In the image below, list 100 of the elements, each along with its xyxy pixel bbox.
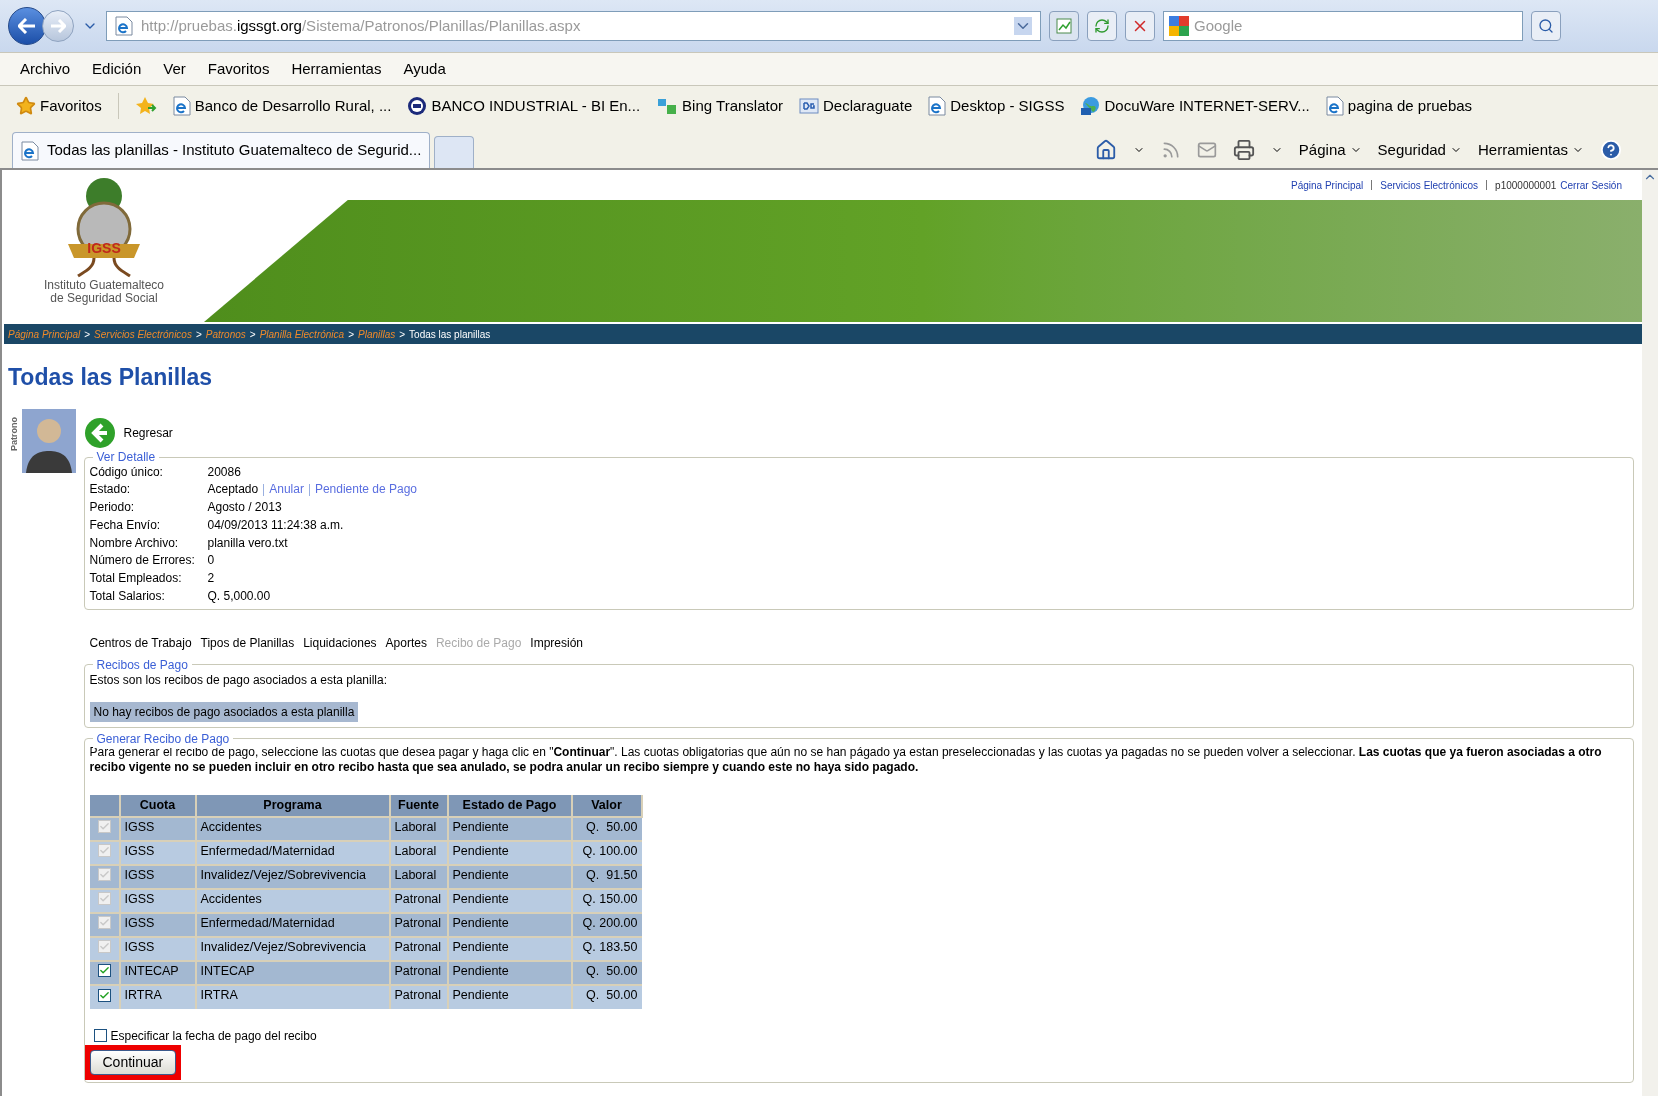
- favorites-button[interactable]: Favoritos: [16, 94, 102, 118]
- add-favorite-icon[interactable]: [134, 96, 157, 116]
- back-button[interactable]: [8, 7, 46, 45]
- field-value: 2: [207, 570, 215, 588]
- compatibility-button[interactable]: [1049, 11, 1079, 41]
- tab[interactable]: Tipos de Planillas: [200, 633, 295, 652]
- dg-logo-icon: [799, 98, 819, 114]
- toolbar-menu[interactable]: Herramientas: [1477, 138, 1568, 162]
- table-cell: Pendiente: [447, 984, 572, 1009]
- status-link[interactable]: Anular: [269, 481, 304, 500]
- toolbar-menu[interactable]: Seguridad: [1377, 138, 1446, 162]
- table-cell: Patronal: [389, 984, 448, 1009]
- logo-text: de Seguridad Social: [50, 292, 158, 305]
- breadcrumb-link[interactable]: Planilla Electrónica: [259, 326, 345, 342]
- breadcrumb-link[interactable]: Página Principal: [8, 326, 81, 342]
- table-cell: Q. 50.00: [571, 960, 642, 985]
- continue-button[interactable]: Continuar: [89, 1049, 177, 1075]
- mail-icon[interactable]: [1196, 140, 1217, 160]
- status-link[interactable]: Pendiente de Pago: [314, 481, 417, 500]
- table-cell: Enfermedad/Maternidad: [195, 912, 390, 937]
- column-header: Fuente: [389, 794, 448, 817]
- bookmark-link[interactable]: Desktop - SIGSS: [928, 94, 1065, 118]
- field-value: 0: [207, 552, 215, 570]
- header-link[interactable]: Servicios Electrónicos: [1380, 177, 1479, 193]
- breadcrumb-separator: >: [249, 327, 256, 342]
- dropdown-icon[interactable]: [1014, 17, 1032, 35]
- table-cell: Invalidez/Vejez/Sobrevivencia: [195, 864, 390, 889]
- menu-item[interactable]: Ayuda: [403, 57, 446, 81]
- field-label: Total Empleados:: [89, 570, 183, 588]
- field-value: planilla vero.txt: [207, 534, 288, 552]
- table-cell: Accidentes: [195, 816, 390, 841]
- refresh-button[interactable]: [1087, 11, 1117, 41]
- menu-item[interactable]: Favoritos: [207, 57, 270, 81]
- table-cell: Q. 91.50: [571, 864, 642, 889]
- menu-item[interactable]: Herramientas: [291, 57, 382, 81]
- back-arrow-icon: [18, 18, 36, 34]
- table-cell: Q. 50.00: [571, 816, 642, 841]
- bookmark-link[interactable]: Bing Translator: [656, 94, 783, 118]
- menu-item[interactable]: Edición: [92, 57, 142, 81]
- table-cell: Laboral: [389, 840, 448, 865]
- breadcrumb-separator: >: [399, 327, 406, 342]
- browser-tab[interactable]: Todas las planillas - Instituto Guatemalteco de Segurid...: [12, 132, 431, 168]
- logout-link[interactable]: Cerrar Sesión: [1560, 177, 1622, 193]
- table-cell: Laboral: [389, 816, 448, 841]
- page-icon: [928, 96, 947, 116]
- home-icon[interactable]: [1094, 139, 1117, 161]
- bookmark-link[interactable]: Banco de Desarrollo Rural, ...: [172, 94, 392, 118]
- header-link[interactable]: Página Principal: [1291, 177, 1364, 193]
- bank-logo-icon: [407, 96, 428, 116]
- help-icon[interactable]: [1600, 139, 1622, 161]
- page-icon: [115, 16, 133, 36]
- table-cell: Pendiente: [447, 960, 572, 985]
- bookmark-link[interactable]: pagina de pruebas: [1325, 94, 1473, 118]
- tab[interactable]: Impresión: [530, 633, 583, 652]
- table-cell: Pendiente: [447, 864, 572, 889]
- bookmark-link[interactable]: BANCO INDUSTRIAL - BI En...: [407, 94, 641, 118]
- forward-arrow-icon: [50, 19, 66, 33]
- table-cell: Q. 100.00: [571, 840, 642, 865]
- tab[interactable]: Liquidaciones: [303, 633, 377, 652]
- checkbox[interactable]: [97, 988, 111, 1002]
- table-cell: Patronal: [389, 960, 448, 985]
- back-link[interactable]: Regresar: [83, 416, 1634, 449]
- tab[interactable]: Centros de Trabajo: [89, 633, 192, 652]
- column-header: Estado de Pago: [447, 794, 572, 817]
- table-cell: Q. 50.00: [571, 984, 642, 1009]
- search-button[interactable]: [1531, 11, 1561, 41]
- breadcrumb-link[interactable]: Servicios Electrónicos: [94, 326, 192, 342]
- bookmark-link[interactable]: Declaraguate: [799, 94, 913, 118]
- translate-icon: [656, 96, 679, 116]
- forward-button[interactable]: [42, 10, 74, 42]
- stop-button[interactable]: [1125, 11, 1155, 41]
- table-cell: INTECAP: [119, 960, 196, 985]
- page-title: Todas las Planillas: [8, 363, 214, 392]
- table-cell: Invalidez/Vejez/Sobrevivencia: [195, 936, 390, 961]
- page-icon: [1325, 96, 1344, 116]
- menu-item[interactable]: Ver: [163, 57, 186, 81]
- table-cell: Q. 200.00: [571, 912, 642, 937]
- address-field[interactable]: http://pruebas.igssgt.org/Sistema/Patronos/Planillas/Planillas.aspx: [106, 11, 1041, 41]
- table-cell: IGSS: [119, 840, 196, 865]
- breadcrumb-separator: >: [348, 327, 354, 342]
- field-value: Aceptado: [207, 481, 259, 499]
- field-label: Total Salarios:: [89, 588, 166, 606]
- table-cell: INTECAP: [195, 960, 390, 985]
- breadcrumb-link[interactable]: Patronos: [205, 326, 246, 342]
- search-provider-icon: [1168, 15, 1190, 37]
- toolbar-menu[interactable]: Página: [1298, 138, 1346, 162]
- checkbox[interactable]: [97, 964, 111, 978]
- table-cell: Q. 183.50: [571, 936, 642, 961]
- scrollbar[interactable]: [1642, 170, 1658, 1096]
- breadcrumb-link[interactable]: Planillas: [358, 326, 396, 342]
- tab[interactable]: Aportes: [385, 633, 427, 652]
- bookmark-link[interactable]: DocuWare INTERNET-SERV...: [1080, 94, 1310, 118]
- table-cell: Patronal: [389, 936, 448, 961]
- table-cell: IRTRA: [195, 984, 390, 1009]
- print-icon[interactable]: [1232, 139, 1255, 161]
- field-value: 20086: [207, 463, 241, 481]
- breadcrumb-separator: >: [195, 327, 202, 342]
- table-cell: Laboral: [389, 864, 448, 889]
- menu-item[interactable]: Archivo: [20, 57, 71, 81]
- checkbox[interactable]: [93, 1029, 107, 1043]
